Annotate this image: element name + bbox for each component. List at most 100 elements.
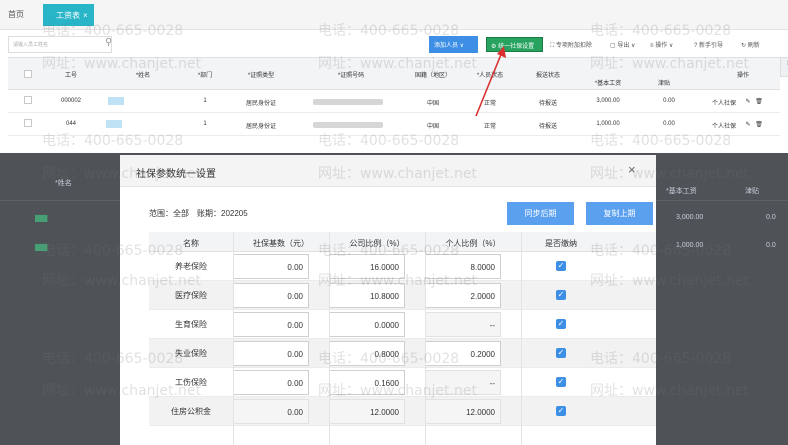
col-id-type[interactable]: *证照类型 bbox=[241, 70, 281, 79]
insurance-grid: 名称 社保基数（元） 公司比例（%） 个人比例（%） 是否缴纳 养老保险 0.0… bbox=[149, 232, 656, 445]
special-deduction-button[interactable]: ⛶ 专项附加扣除 bbox=[550, 40, 592, 50]
grid-divider bbox=[233, 232, 234, 445]
cell-allowance: 0.00 bbox=[663, 98, 675, 104]
company-ratio-input[interactable]: 12.0000 bbox=[329, 399, 405, 424]
grid-divider bbox=[521, 232, 522, 445]
col-company-ratio: 公司比例（%） bbox=[349, 239, 405, 248]
search-placeholder: 请输入员工姓名 bbox=[13, 42, 49, 48]
col-nationality[interactable]: 国籍（地区） bbox=[408, 70, 458, 79]
select-all-checkbox[interactable] bbox=[24, 70, 32, 78]
base-input[interactable]: 0.00 bbox=[233, 283, 309, 308]
col-personal-ratio: 个人比例（%） bbox=[445, 239, 501, 248]
export-button[interactable]: ▢ 导出 ∨ bbox=[610, 40, 635, 49]
personal-ratio-input[interactable]: 8.0000 bbox=[425, 254, 501, 279]
dialog-header: 社保参数统一设置 × bbox=[120, 155, 656, 187]
search-input[interactable]: 请输入员工姓名 ⚲ bbox=[8, 36, 112, 53]
grid-header: 名称 社保基数（元） 公司比例（%） 个人比例（%） 是否缴纳 bbox=[149, 232, 656, 252]
cell-person-status: 正常 bbox=[483, 124, 496, 130]
col-employee-id[interactable]: 工号 bbox=[56, 70, 86, 79]
personal-ratio-input[interactable]: 2.0000 bbox=[425, 283, 501, 308]
personal-ratio-input: -- bbox=[425, 312, 501, 337]
paid-checkbox[interactable]: ✓ bbox=[556, 348, 566, 358]
col-department[interactable]: *部门 bbox=[190, 70, 220, 79]
cell-allowance: 0.00 bbox=[663, 121, 675, 127]
edit-icon[interactable]: ✎ bbox=[743, 98, 753, 105]
paid-checkbox[interactable]: ✓ bbox=[556, 319, 566, 329]
backdrop-allowance-value: 0.0 bbox=[766, 242, 776, 249]
table-row[interactable]: 000002 1 居民身份证 中国 正常 待报送 3,000.00 0.00 个… bbox=[8, 90, 780, 113]
cell-id-type: 居民身份证 bbox=[245, 124, 276, 130]
personal-ratio-input[interactable]: 0.2000 bbox=[425, 341, 501, 366]
salary-table: 工号 *姓名 *部门 *证照类型 *证照号码 国籍（地区） *人员状态 报送状态… bbox=[8, 57, 788, 153]
cell-department: 1 bbox=[203, 98, 207, 104]
delete-icon[interactable]: 🗑 bbox=[754, 121, 764, 128]
sync-later-button[interactable]: 同步后期 bbox=[507, 202, 574, 225]
copy-previous-button[interactable]: 复制上期 bbox=[586, 202, 653, 225]
tab-close-icon[interactable]: × bbox=[83, 11, 88, 20]
base-input[interactable]: 0.00 bbox=[233, 399, 309, 424]
close-icon[interactable]: × bbox=[628, 162, 636, 177]
cell-name-redacted bbox=[108, 97, 124, 105]
personal-ratio-input[interactable]: 12.0000 bbox=[425, 399, 501, 424]
insurance-row-medical: 医疗保险 0.00 10.8000 2.0000 ✓ bbox=[149, 281, 656, 310]
insurance-name: 养老保险 bbox=[175, 262, 207, 271]
toolbar: 请输入员工姓名 ⚲ 添加人员 ∨ ⚙ 统一社保设置 ⛶ 专项附加扣除 ▢ 导出 … bbox=[0, 30, 788, 57]
col-id-number[interactable]: *证照号码 bbox=[331, 70, 371, 79]
col-name[interactable]: *姓名 bbox=[128, 70, 158, 79]
company-ratio-input[interactable]: 16.0000 bbox=[329, 254, 405, 279]
refresh-label: 刷新 bbox=[747, 43, 760, 49]
personal-social-security-link[interactable]: 个人社保 bbox=[708, 121, 740, 130]
base-input[interactable]: 0.00 bbox=[233, 312, 309, 337]
cell-employee-id: 044 bbox=[65, 121, 76, 127]
company-ratio-input[interactable]: 0.1600 bbox=[329, 370, 405, 395]
tab-salary-sheet[interactable]: 工资表 × bbox=[43, 4, 94, 26]
scroll-right-icon[interactable]: › bbox=[780, 57, 788, 77]
insurance-name: 生育保险 bbox=[175, 320, 207, 329]
insurance-name: 住房公积金 bbox=[171, 407, 211, 416]
tab-home[interactable]: 首页 bbox=[8, 9, 24, 20]
backdrop-salary-value: 1,000.00 bbox=[676, 242, 704, 249]
cell-report-status: 待报送 bbox=[538, 124, 557, 130]
edit-icon[interactable]: ✎ bbox=[743, 121, 753, 128]
search-icon[interactable]: ⚲ bbox=[105, 37, 112, 48]
insurance-name: 工伤保险 bbox=[175, 378, 207, 387]
backdrop-col-allowance: 津贴 bbox=[745, 188, 759, 195]
guide-button[interactable]: ? 新手引导 bbox=[694, 40, 723, 49]
cell-basic-salary: 1,000.00 bbox=[596, 121, 620, 127]
paid-checkbox[interactable]: ✓ bbox=[556, 290, 566, 300]
paid-checkbox[interactable]: ✓ bbox=[556, 261, 566, 271]
paid-checkbox[interactable]: ✓ bbox=[556, 377, 566, 387]
base-input[interactable]: 0.00 bbox=[233, 341, 309, 366]
social-security-settings-dialog: 社保参数统一设置 × 范围：全部 账期：202205 同步后期 复制上期 名称 … bbox=[120, 155, 656, 445]
annotation-arrow-icon bbox=[475, 46, 506, 117]
operation-button[interactable]: ≡ 操作 ∨ bbox=[650, 40, 673, 49]
insurance-row-injury: 工伤保险 0.00 0.1600 -- ✓ bbox=[149, 368, 656, 397]
personal-social-security-link[interactable]: 个人社保 bbox=[708, 98, 740, 107]
col-allowance[interactable]: 津贴 bbox=[644, 78, 684, 87]
base-input[interactable]: 0.00 bbox=[233, 370, 309, 395]
tab-salary-sheet-label: 工资表 bbox=[56, 11, 80, 20]
refresh-button[interactable]: ↻ 刷新 bbox=[741, 40, 760, 49]
row-checkbox[interactable] bbox=[24, 96, 32, 104]
base-input[interactable]: 0.00 bbox=[233, 254, 309, 279]
col-report-status[interactable]: 报送状态 bbox=[528, 70, 568, 79]
row-checkbox[interactable] bbox=[24, 119, 32, 127]
export-icon: ▢ bbox=[610, 43, 616, 49]
backdrop-name-redacted: ▆▆ bbox=[35, 242, 48, 251]
col-basic-salary[interactable]: *基本工资 bbox=[588, 78, 628, 87]
table-header: 工号 *姓名 *部门 *证照类型 *证照号码 国籍（地区） *人员状态 报送状态… bbox=[8, 57, 780, 90]
delete-icon[interactable]: 🗑 bbox=[754, 98, 764, 105]
company-ratio-input[interactable]: 0.8000 bbox=[329, 341, 405, 366]
guide-label: 新手引导 bbox=[699, 43, 724, 49]
backdrop-name-redacted: ▆▆ bbox=[35, 213, 48, 222]
company-ratio-input[interactable]: 10.8000 bbox=[329, 283, 405, 308]
refresh-icon: ↻ bbox=[741, 43, 747, 49]
table-row[interactable]: 044 1 居民身份证 中国 正常 待报送 1,000.00 0.00 个人社保… bbox=[8, 113, 780, 136]
help-icon: ? bbox=[694, 43, 698, 49]
cell-id-type: 居民身份证 bbox=[245, 101, 276, 107]
company-ratio-input[interactable]: 0.0000 bbox=[329, 312, 405, 337]
backdrop-salary-value: 3,000.00 bbox=[676, 214, 704, 221]
cell-basic-salary: 3,000.00 bbox=[596, 98, 620, 104]
insurance-row-unemployment: 失业保险 0.00 0.8000 0.2000 ✓ bbox=[149, 339, 656, 368]
paid-checkbox[interactable]: ✓ bbox=[556, 406, 566, 416]
